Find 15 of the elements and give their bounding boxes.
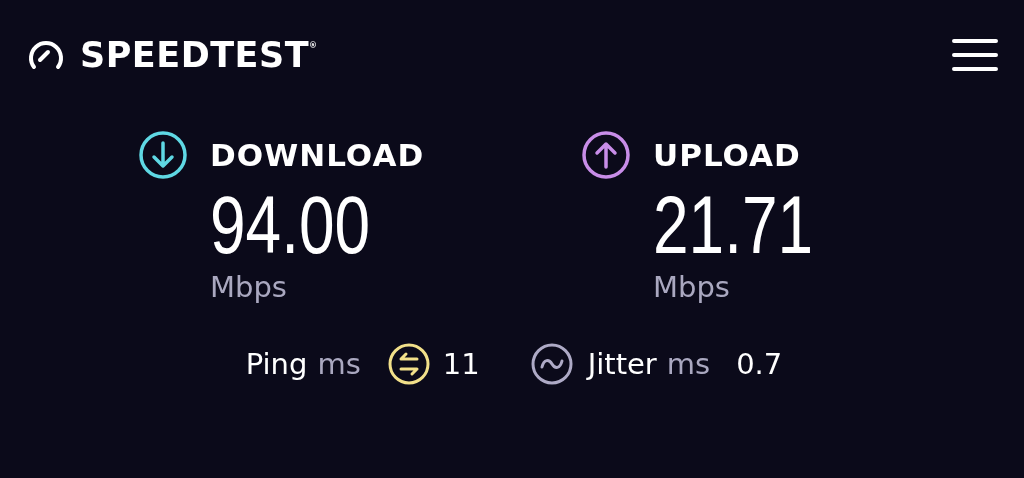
stat-unit: ms [666, 347, 711, 381]
metric-label: DOWNLOAD [210, 137, 425, 173]
stat-unit: ms [317, 347, 361, 381]
menu-button[interactable] [952, 38, 998, 72]
metric-unit: Mbps [210, 270, 288, 304]
stat-value: 0.7 [736, 347, 783, 381]
stat-value: 11 [442, 347, 480, 381]
app-logo: SPEEDTEST$^{®}$ [80, 35, 318, 75]
metric-label: UPLOAD [653, 137, 801, 173]
stat-label: Ping [245, 347, 308, 381]
metric-unit: Mbps [653, 270, 731, 304]
metric-value: 94.00 [210, 180, 371, 270]
metric-value: 21.71 [653, 180, 814, 270]
menu-icon [952, 38, 998, 72]
stat-label: Jitter [587, 347, 657, 381]
